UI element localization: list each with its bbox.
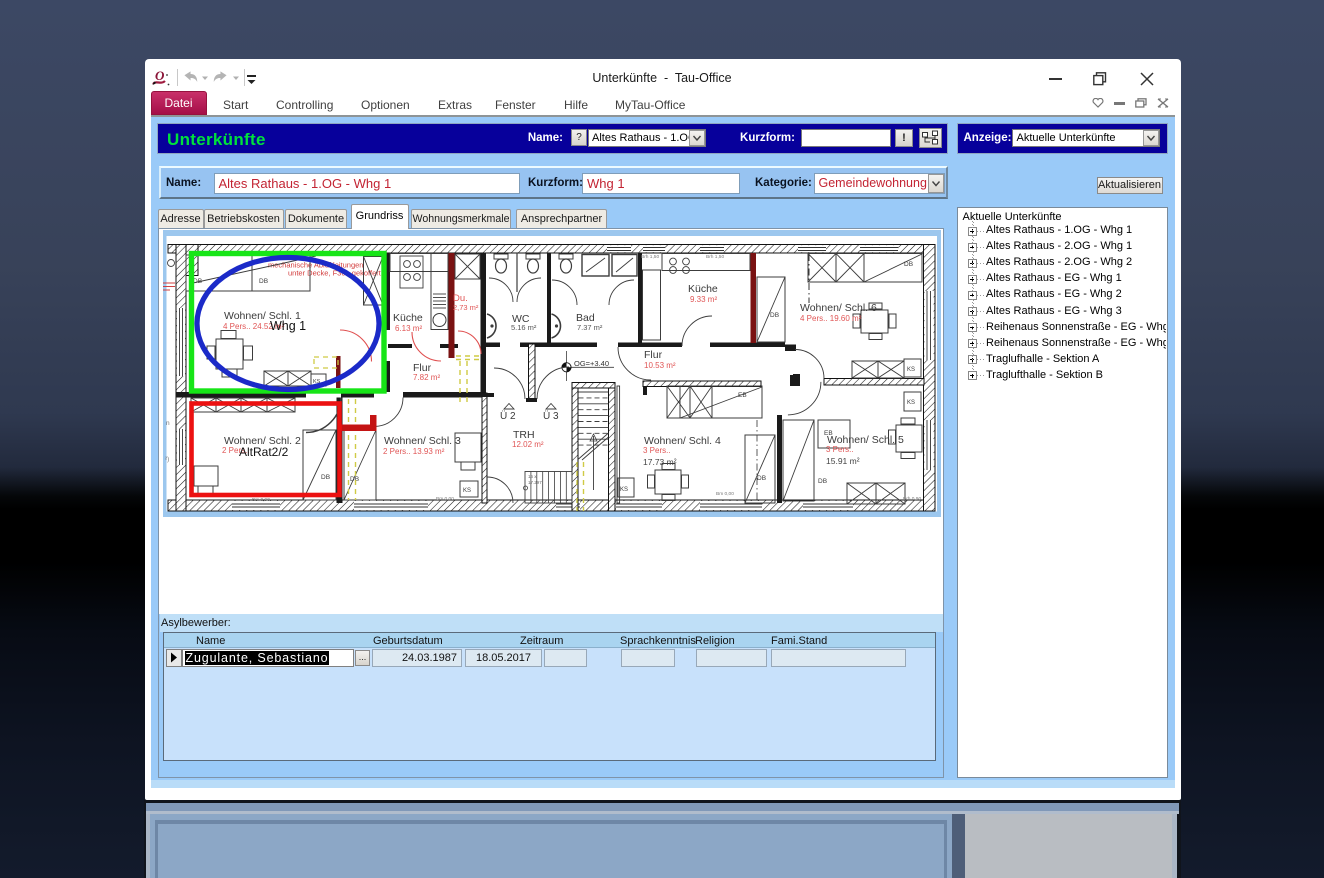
svg-text:EB: EB xyxy=(738,392,747,399)
svg-text:DB: DB xyxy=(321,474,330,481)
svg-text:17.73 m²: 17.73 m² xyxy=(643,457,677,467)
svg-text:17.297: 17.297 xyxy=(528,480,542,485)
svg-text:Flur: Flur xyxy=(644,349,663,361)
svg-text:Küche: Küche xyxy=(393,312,423,324)
svg-text:DB: DB xyxy=(259,278,268,285)
svg-text:10.53 m²: 10.53 m² xyxy=(644,361,676,370)
svg-text:Ü 3: Ü 3 xyxy=(543,410,559,422)
svg-text:7.82 m²: 7.82 m² xyxy=(413,373,440,382)
svg-text:KS: KS xyxy=(463,488,471,494)
svg-text:9.33 m²: 9.33 m² xyxy=(690,295,717,304)
svg-text:O: O xyxy=(155,68,165,83)
svg-text:Wohnen/ Schl. 3: Wohnen/ Schl. 3 xyxy=(384,435,461,447)
svg-text:KS: KS xyxy=(907,367,915,373)
svg-text:7.37 m²: 7.37 m² xyxy=(577,323,603,332)
svg-text:Brh 1,50: Brh 1,50 xyxy=(706,254,724,260)
svg-text:15.91 m²: 15.91 m² xyxy=(826,456,860,466)
svg-text:12.02 m²: 12.02 m² xyxy=(512,440,544,449)
svg-text:Bm 0,00: Bm 0,00 xyxy=(716,491,734,497)
svg-text:3 Pers..: 3 Pers.. xyxy=(826,445,854,454)
svg-text:Bm 0,90: Bm 0,90 xyxy=(252,497,270,503)
svg-text:DB: DB xyxy=(904,261,913,268)
svg-text:Whg 1: Whg 1 xyxy=(270,319,306,333)
svg-text:DB: DB xyxy=(818,478,827,485)
svg-text:Ü 2: Ü 2 xyxy=(500,410,516,422)
svg-text:AltRat2/2: AltRat2/2 xyxy=(239,445,289,459)
svg-text:Wohnen/ Schl. 6: Wohnen/ Schl. 6 xyxy=(800,302,877,314)
svg-text:n: n xyxy=(166,420,170,427)
svg-text:2,73 m²: 2,73 m² xyxy=(453,303,479,312)
svg-text:Küche: Küche xyxy=(688,283,718,295)
svg-text:Bm 0,00: Bm 0,00 xyxy=(436,496,454,502)
svg-text:6.13 m²: 6.13 m² xyxy=(395,324,422,333)
svg-text:Brh 1,50: Brh 1,50 xyxy=(641,254,659,260)
svg-text:DB: DB xyxy=(770,312,779,319)
svg-text:OG=+3.40: OG=+3.40 xyxy=(574,359,609,368)
svg-text:unter Decke, F30 ..gekoffert: unter Decke, F30 ..gekoffert xyxy=(288,269,382,278)
svg-text:4 Pers.. 19.60 m²: 4 Pers.. 19.60 m² xyxy=(800,314,862,323)
svg-text:Brh 0,90: Brh 0,90 xyxy=(903,496,921,502)
svg-text:3 Pers..: 3 Pers.. xyxy=(643,446,671,455)
svg-text:DB: DB xyxy=(193,278,202,285)
svg-text:5.16 m²: 5.16 m² xyxy=(511,323,537,332)
svg-text:KS: KS xyxy=(620,487,628,493)
svg-text:16 x: 16 x xyxy=(528,474,537,479)
svg-text:DB: DB xyxy=(757,475,766,482)
svg-text:²): ²) xyxy=(165,456,169,463)
svg-text:DB: DB xyxy=(350,476,359,483)
svg-text:KS: KS xyxy=(907,400,915,406)
svg-text:2 Pers.. 13.93 m²: 2 Pers.. 13.93 m² xyxy=(383,447,445,456)
